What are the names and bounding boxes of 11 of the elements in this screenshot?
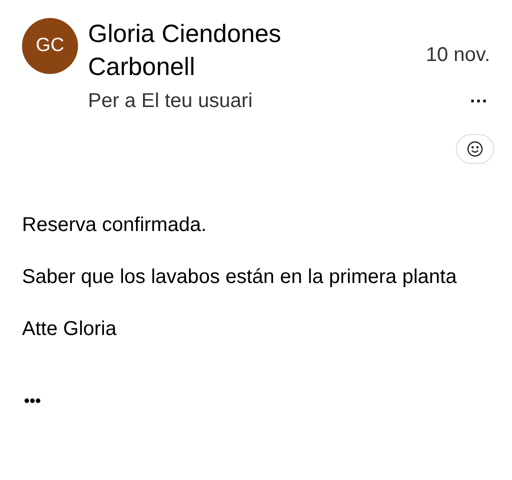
message-paragraph: Saber que los lavabos están en la primera planta [22, 265, 458, 290]
sender-name: Gloria Ciendones Carbonell [88, 19, 282, 83]
reaction-button[interactable] [456, 134, 494, 164]
smiley-icon [467, 141, 483, 157]
message-paragraph: Reserva confirmada. [22, 213, 208, 238]
date: 10 nov. [426, 43, 490, 68]
more-button[interactable]: ··· [470, 92, 488, 110]
recipient[interactable]: Per a El teu usuari [88, 86, 253, 116]
avatar: GC [22, 18, 78, 74]
message-paragraph: Atte Gloria [22, 317, 118, 342]
show-more-button[interactable]: ••• [24, 390, 41, 414]
